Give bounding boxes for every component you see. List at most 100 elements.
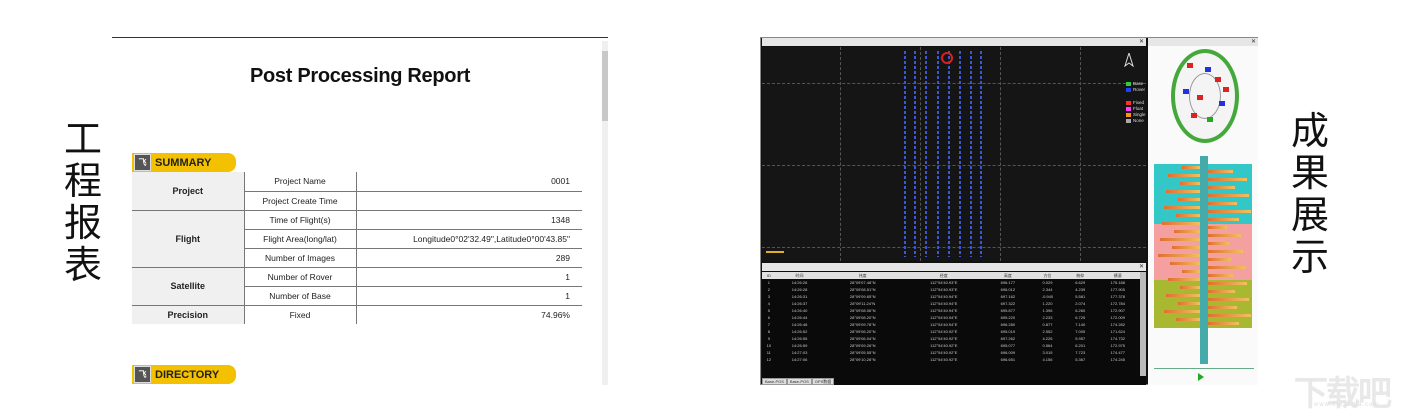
table-cell: 3.015 bbox=[1042, 350, 1053, 355]
table-cell: 172.009 bbox=[1110, 315, 1126, 320]
signal-bar bbox=[1178, 198, 1200, 201]
grid-line bbox=[1000, 47, 1001, 261]
table-row[interactable]: 5 14:26:40 28°09'08.06"N 112°54'40.94"E 695.… bbox=[762, 307, 1140, 314]
position-data-table: ID 时间 纬度 经度 高度 方位 俯仰 横滚 1 14:26:26 28°09'0… bbox=[762, 272, 1140, 363]
signal-strength-chart bbox=[1154, 156, 1252, 364]
report-scrollbar[interactable] bbox=[602, 41, 608, 385]
satellite-panel-titlebar: ✕ bbox=[1148, 38, 1258, 46]
table-cell: 112°54'40.93"E bbox=[930, 287, 958, 292]
grid-line bbox=[762, 247, 1146, 248]
satellite-panel: ✕ bbox=[1148, 38, 1258, 385]
tab-gps-data[interactable]: GPS数据 bbox=[811, 378, 835, 385]
table-row[interactable]: 4 14:26:37 28°09'11.24"N 112°54'40.94"E 697.… bbox=[762, 300, 1140, 307]
column-header[interactable]: ID bbox=[762, 272, 776, 279]
tab-base-pos-2[interactable]: Base-POS bbox=[786, 378, 812, 385]
column-header[interactable]: 经度 bbox=[901, 272, 986, 279]
table-row[interactable]: 2 14:26:28 28°09'08.51"N 112°54'40.93"E 696.… bbox=[762, 286, 1140, 293]
data-panel-titlebar: ✕ bbox=[762, 263, 1146, 271]
table-cell: 14:26:26 bbox=[791, 280, 808, 285]
table-row[interactable]: 6 14:26:44 28°09'08.20"N 112°54'40.94"E 695.… bbox=[762, 314, 1140, 321]
satellite-icon bbox=[1223, 87, 1229, 92]
table-cell: 28°09'06.04"N bbox=[849, 336, 876, 341]
table-row[interactable]: 7 14:26:48 28°09'09.78"N 112°54'40.94"E 696.… bbox=[762, 321, 1140, 328]
row-value: 1 bbox=[356, 267, 582, 287]
table-cell: 697.322 bbox=[1000, 301, 1016, 306]
row-key: Project Name bbox=[244, 172, 357, 192]
table-cell: 12 bbox=[766, 357, 772, 362]
table-row[interactable]: 9 14:26:55 28°09'06.04"N 112°54'40.92"E 697.… bbox=[762, 335, 1140, 342]
column-header[interactable]: 时间 bbox=[775, 272, 824, 279]
table-cell: 112°54'40.94"E bbox=[930, 301, 958, 306]
data-tabs: Base-POS Base-POS GPS数据 bbox=[762, 378, 835, 385]
column-header[interactable]: 纬度 bbox=[823, 272, 902, 279]
table-cell: 174.245 bbox=[1110, 357, 1126, 362]
table-row[interactable]: 8 14:26:52 28°09'06.20"N 112°54'40.92"E 695.… bbox=[762, 328, 1140, 335]
directory-label: DIRECTORY bbox=[155, 368, 220, 381]
table-cell: 695.019 bbox=[1000, 329, 1016, 334]
table-cell: 28°09'05.55"N bbox=[849, 350, 876, 355]
satellite-icon bbox=[1187, 63, 1193, 68]
table-cell: 112°54'40.92"E bbox=[930, 350, 958, 355]
table-row[interactable]: 11 14:27:03 28°09'05.55"N 112°54'40.92"E 696… bbox=[762, 349, 1140, 356]
table-cell: 6 bbox=[767, 315, 770, 320]
signal-bar bbox=[1208, 274, 1233, 277]
table-cell: 112°54'40.93"E bbox=[930, 280, 958, 285]
current-position-marker[interactable] bbox=[941, 52, 953, 64]
grid-line bbox=[920, 47, 921, 261]
table-cell: 10 bbox=[766, 343, 772, 348]
table-row[interactable]: 10 14:26:59 28°09'09.26"N 112°54'40.92"E 695… bbox=[762, 342, 1140, 349]
row-value bbox=[356, 191, 582, 211]
satellite-icon bbox=[1191, 113, 1197, 118]
signal-bar bbox=[1208, 226, 1227, 229]
table-cell: 112°54'40.92"E bbox=[930, 343, 958, 348]
table-cell: 696.280 bbox=[1000, 322, 1016, 327]
play-icon[interactable] bbox=[1198, 373, 1204, 381]
table-row[interactable]: 1 14:26:26 28°09'07.48"N 112°54'40.93"E 696.… bbox=[762, 279, 1140, 286]
tab-base-pos[interactable]: Base-POS bbox=[762, 378, 787, 385]
table-cell: 695.077 bbox=[1000, 343, 1016, 348]
table-cell: 0.877 bbox=[1042, 322, 1053, 327]
column-header[interactable]: 横滚 bbox=[1095, 272, 1140, 279]
signal-bar bbox=[1168, 278, 1200, 281]
grid-line bbox=[762, 83, 1146, 84]
caption-char: 示 bbox=[1290, 235, 1329, 279]
signal-bar bbox=[1162, 222, 1200, 225]
table-scrollbar[interactable] bbox=[1140, 272, 1146, 376]
column-header[interactable]: 俯仰 bbox=[1064, 272, 1096, 279]
signal-bar bbox=[1166, 190, 1200, 193]
flight-line bbox=[970, 51, 972, 257]
flight-track-plot[interactable]: Base Rover Fixed Float Single None bbox=[762, 47, 1146, 261]
table-cell: 5.367 bbox=[1075, 357, 1086, 362]
grid-line bbox=[762, 165, 1146, 166]
flight-line bbox=[914, 51, 916, 257]
table-cell: 7.005 bbox=[1075, 329, 1086, 334]
satellite-icon bbox=[1183, 89, 1189, 94]
grid-line bbox=[1080, 47, 1081, 261]
table-cell: 28°09'08.51"N bbox=[849, 287, 876, 292]
table-cell: 112°54'40.94"E bbox=[930, 308, 958, 313]
table-row[interactable]: 3 14:26:31 28°09'09.65"N 112°54'40.94"E 697.… bbox=[762, 293, 1140, 300]
signal-bar bbox=[1180, 286, 1200, 289]
table-cell: 4.239 bbox=[1075, 287, 1086, 292]
satellite-icon bbox=[1205, 67, 1211, 72]
table-cell: 4.156 bbox=[1042, 357, 1053, 362]
signal-bar bbox=[1208, 170, 1233, 173]
table-cell: 1.220 bbox=[1042, 301, 1053, 306]
close-icon[interactable]: ✕ bbox=[1251, 38, 1256, 46]
table-cell: 6.725 bbox=[1075, 315, 1086, 320]
table-cell: 28°09'10.26"N bbox=[849, 357, 876, 362]
playback-slider[interactable] bbox=[1154, 368, 1254, 369]
table-row[interactable]: 12 14:27:06 28°09'10.26"N 112°54'40.92"E 696… bbox=[762, 356, 1140, 363]
close-icon[interactable]: ✕ bbox=[1139, 263, 1144, 271]
column-header[interactable]: 高度 bbox=[985, 272, 1031, 279]
row-key: Flight Area(long/lat) bbox=[244, 229, 357, 249]
close-icon[interactable]: ✕ bbox=[1139, 38, 1144, 46]
column-header[interactable]: 方位 bbox=[1030, 272, 1065, 279]
signal-bar bbox=[1208, 202, 1237, 205]
row-value: 74.96% bbox=[541, 309, 570, 320]
grid-line bbox=[840, 47, 841, 261]
flight-line bbox=[959, 51, 961, 257]
table-row: Flight Time of Flight(s) 1348 bbox=[132, 210, 582, 268]
summary-table: Project Project Name 0001 Project Create… bbox=[132, 172, 582, 324]
table-cell: 14:26:59 bbox=[791, 343, 808, 348]
